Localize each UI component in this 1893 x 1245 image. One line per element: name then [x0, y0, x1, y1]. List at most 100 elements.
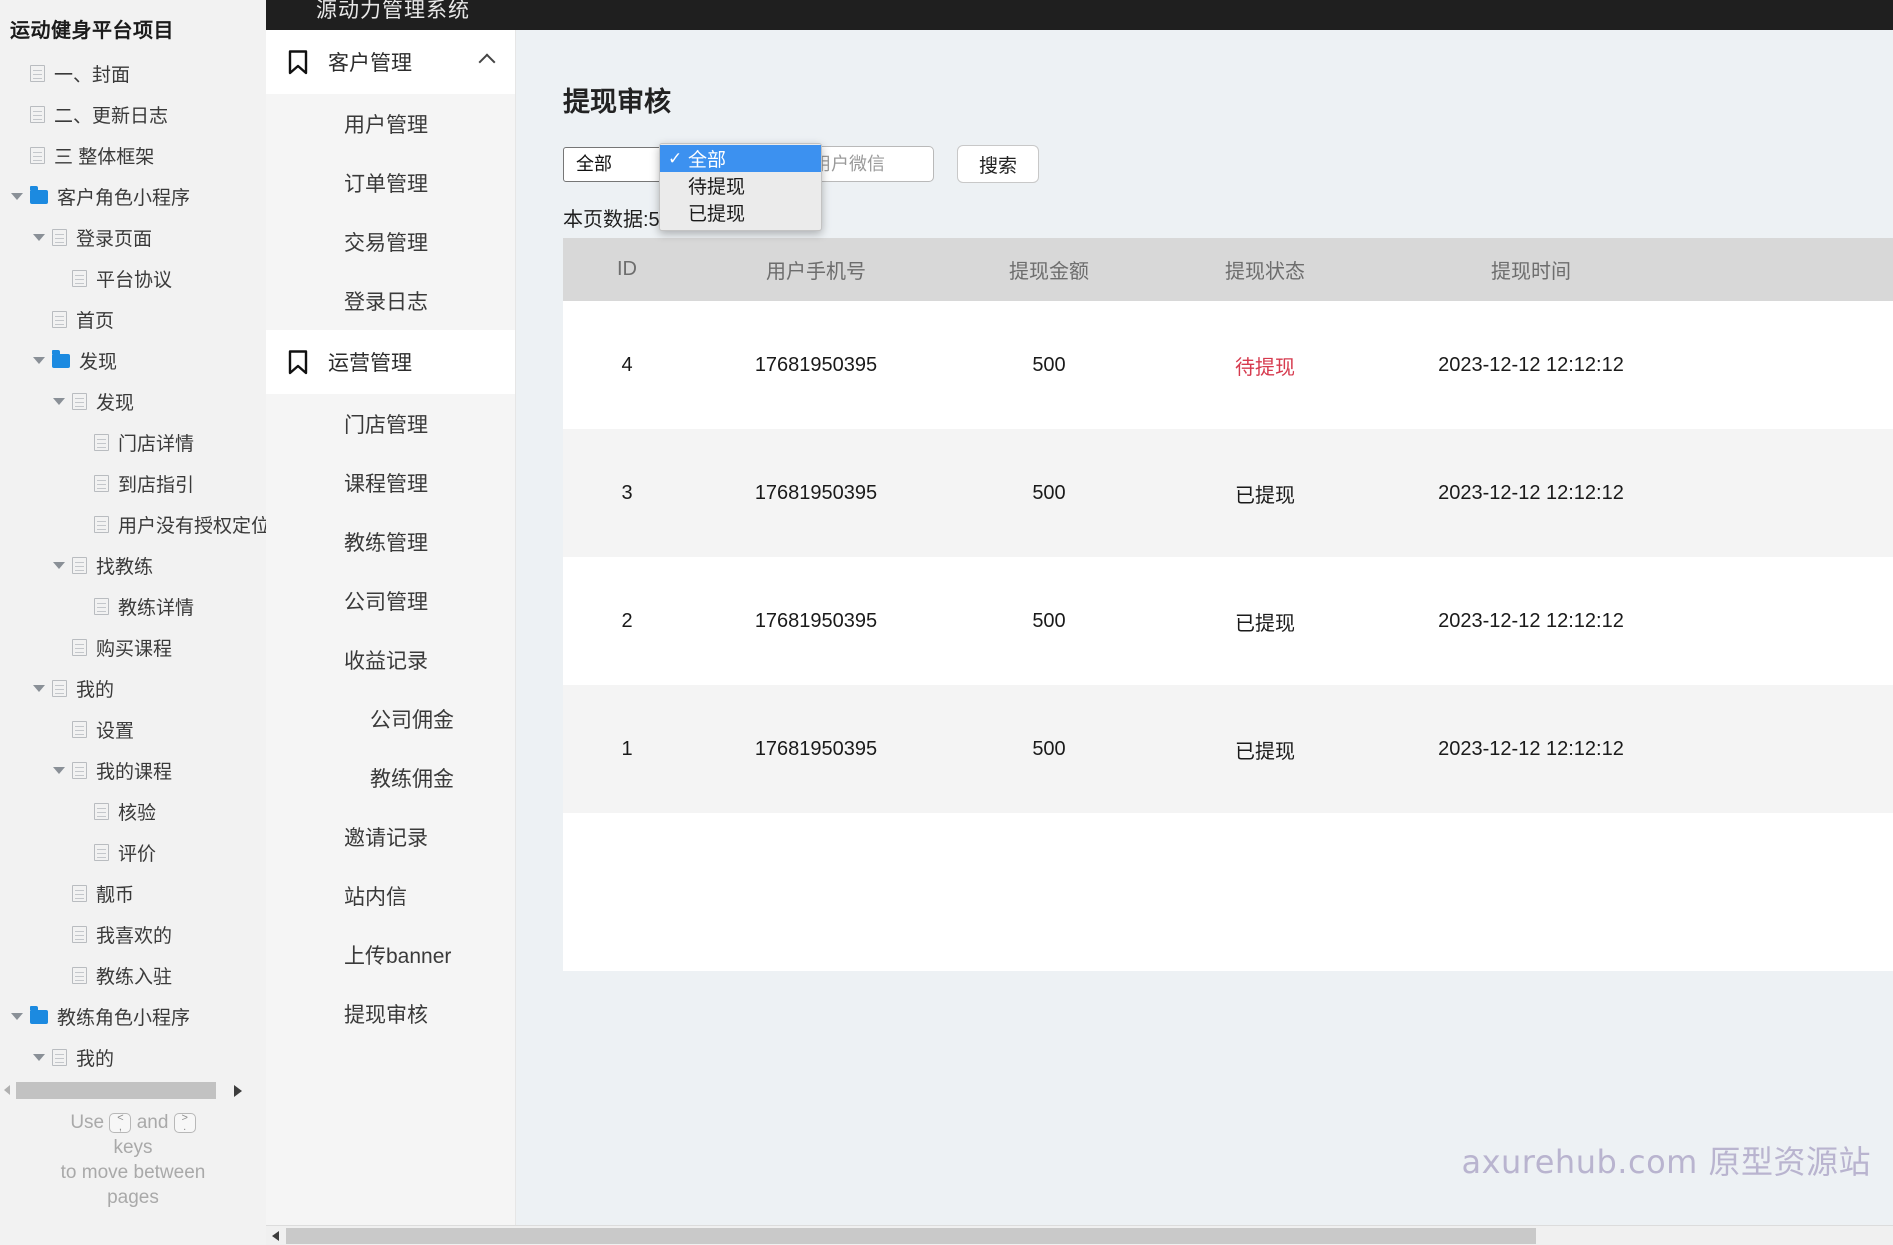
- sitemap-item-label: 评价: [118, 844, 157, 865]
- sitemap-item-label: 我喜欢的: [96, 926, 173, 947]
- dropdown-option-待提现[interactable]: 待提现: [660, 172, 821, 199]
- tree-expand-caret-icon[interactable]: [26, 357, 52, 364]
- status-badge: 已提现: [1235, 612, 1295, 635]
- tree-expand-caret-icon[interactable]: [26, 1054, 52, 1061]
- sitemap-item-label: 我的: [76, 1049, 115, 1070]
- help-and-label: and: [136, 1112, 169, 1133]
- status-dropdown-popup[interactable]: ✓ 全部待提现 已提现: [659, 143, 822, 231]
- sitemap-item-label: 核验: [118, 803, 157, 824]
- dropdown-option-已提现[interactable]: 已提现: [660, 199, 821, 226]
- sitemap-item-label: 购买课程: [96, 639, 173, 660]
- menu-item-上传banner[interactable]: 上传banner: [266, 925, 515, 984]
- table-row[interactable]: 2 17681950395 500 已提现 2023-12-12 12:12:12: [563, 557, 1893, 685]
- column-header-amount: 提现金额: [1009, 261, 1089, 283]
- help-keys-label: keys: [113, 1137, 153, 1158]
- menu-item-收益记录[interactable]: 收益记录: [266, 630, 515, 689]
- tree-expand-caret-icon[interactable]: [26, 685, 52, 692]
- page-icon: [72, 557, 87, 574]
- menu-item-订单管理[interactable]: 订单管理: [266, 153, 515, 212]
- window-scroll-left-icon[interactable]: [272, 1231, 279, 1241]
- sitemap-item-label: 教练入驻: [96, 967, 173, 988]
- screen-root: 运动健身平台项目 一、封面 二、更新日志三 整体框架 客户角色小程序 登录页面 平台协议…: [0, 0, 1893, 1245]
- app-window: 源动力管理系统 客户管理用户管理 订单管理 交易管理 登录日志 运营管理 门店管理课程管理…: [266, 0, 1893, 1245]
- menu-item-教练佣金[interactable]: 教练佣金: [266, 748, 515, 807]
- watermark-label: axurehub.com 原型资源站: [1461, 1143, 1871, 1181]
- menu-item-课程管理[interactable]: 课程管理: [266, 453, 515, 512]
- bookmark-icon-svg: [288, 349, 308, 374]
- menu-item-站内信[interactable]: 站内信: [266, 866, 515, 925]
- table-row[interactable]: 4 17681950395 500 待提现 2023-12-12 12:12:12: [563, 301, 1893, 429]
- sitemap-item-label: 我的: [76, 680, 115, 701]
- h-scroll-thumb[interactable]: [16, 1082, 216, 1099]
- app-sidebar-menu[interactable]: 客户管理用户管理 订单管理 交易管理 登录日志 运营管理 门店管理课程管理教练管理 公司管理…: [266, 30, 516, 1245]
- check-icon: ✓: [668, 148, 683, 168]
- table-row[interactable]: 3 17681950395 500 已提现 2023-12-12 12:12:12: [563, 429, 1893, 557]
- status-badge: 已提现: [1235, 484, 1295, 507]
- sitemap-item-label: 三 整体框架: [54, 147, 155, 168]
- page-icon: [94, 598, 109, 615]
- sitemap-item-label: 首页: [76, 311, 115, 332]
- cell-time: 2023-12-12 12:12:12: [1438, 481, 1624, 504]
- tree-expand-caret-icon[interactable]: [46, 767, 72, 774]
- next-key-bottom: .: [183, 1120, 187, 1133]
- menu-item-label: 课程管理: [344, 472, 428, 496]
- table-row[interactable]: 1 17681950395 500 已提现 2023-12-12 12:12:12: [563, 685, 1893, 813]
- page-icon: [72, 762, 87, 779]
- tree-expand-caret-icon[interactable]: [46, 562, 72, 569]
- tree-horizontal-scrollbar[interactable]: [0, 1080, 266, 1102]
- chevron-up-icon[interactable]: [478, 53, 496, 71]
- menu-group-运营管理[interactable]: 运营管理: [266, 330, 515, 394]
- sitemap-item-label: 找教练: [96, 557, 154, 578]
- status-badge: 已提现: [1235, 740, 1295, 763]
- menu-item-公司佣金[interactable]: 公司佣金: [266, 689, 515, 748]
- sitemap-item-label: 门店详情: [118, 434, 195, 455]
- cell-amount: 500: [1032, 609, 1066, 632]
- menu-item-公司管理[interactable]: 公司管理: [266, 571, 515, 630]
- window-scroll-thumb[interactable]: [286, 1228, 1536, 1244]
- window-horizontal-scrollbar[interactable]: [266, 1225, 1893, 1245]
- tree-expand-caret-icon[interactable]: [26, 234, 52, 241]
- menu-group-label: 客户管理: [328, 52, 412, 75]
- menu-item-用户管理[interactable]: 用户管理: [266, 94, 515, 153]
- column-header-status: 提现状态: [1225, 261, 1305, 283]
- scroll-left-arrow-icon[interactable]: [4, 1085, 10, 1095]
- page-nav-help: Use < , and > . keys to move between pag…: [0, 1110, 266, 1210]
- sitemap-item-label: 教练详情: [118, 598, 195, 619]
- cell-phone: 17681950395: [754, 737, 878, 760]
- menu-group-客户管理[interactable]: 客户管理: [266, 30, 515, 94]
- search-button[interactable]: 搜索: [957, 145, 1039, 183]
- menu-item-label: 站内信: [344, 885, 407, 909]
- menu-item-教练管理[interactable]: 教练管理: [266, 512, 515, 571]
- menu-item-交易管理[interactable]: 交易管理: [266, 212, 515, 271]
- cell-amount: 500: [1032, 481, 1066, 504]
- page-icon: [30, 147, 45, 164]
- page-icon: [72, 721, 87, 738]
- app-topbar: 源动力管理系统: [266, 0, 1893, 30]
- menu-item-label: 上传banner: [344, 944, 452, 968]
- page-icon: [72, 885, 87, 902]
- help-use-label: Use: [70, 1112, 105, 1133]
- table-empty-space: [563, 813, 1893, 971]
- column-header-phone: 用户手机号: [766, 261, 866, 283]
- cell-time: 2023-12-12 12:12:12: [1438, 609, 1624, 632]
- app-title: 源动力管理系统: [316, 0, 470, 22]
- column-header-id: ID: [617, 258, 637, 280]
- tree-expand-caret-icon[interactable]: [4, 1013, 30, 1020]
- bookmark-icon: [288, 49, 308, 75]
- tree-expand-caret-icon[interactable]: [4, 193, 30, 200]
- menu-item-登录日志[interactable]: 登录日志: [266, 271, 515, 330]
- dropdown-option-全部[interactable]: ✓ 全部: [660, 145, 821, 172]
- prev-key-bottom: ,: [118, 1120, 122, 1133]
- page-icon: [52, 680, 67, 697]
- menu-item-邀请记录[interactable]: 邀请记录: [266, 807, 515, 866]
- menu-item-提现审核[interactable]: 提现审核: [266, 984, 515, 1043]
- tree-expand-caret-icon[interactable]: [46, 398, 72, 405]
- menu-item-门店管理[interactable]: 门店管理: [266, 394, 515, 453]
- page-icon: [72, 393, 87, 410]
- cell-phone: 17681950395: [754, 353, 878, 376]
- sitemap-item-label: 用户没有授权定位: [118, 516, 271, 537]
- folder-icon: [30, 1006, 48, 1024]
- page-icon: [30, 65, 45, 82]
- scroll-right-arrow-icon[interactable]: [234, 1085, 242, 1097]
- dropdown-option-label: 待提现: [688, 177, 746, 198]
